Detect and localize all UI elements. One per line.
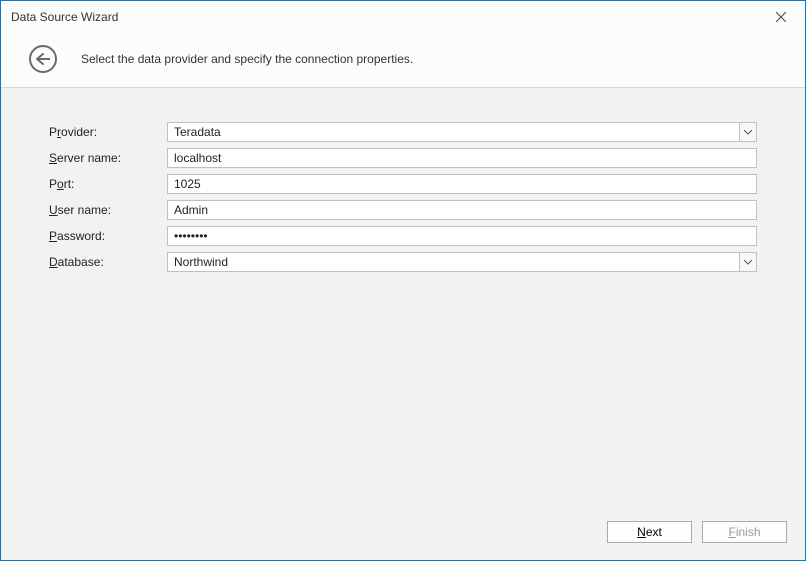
label-provider: Provider: (49, 125, 167, 139)
chevron-down-icon (744, 260, 752, 265)
label-server: Server name: (49, 151, 167, 165)
label-user: User name: (49, 203, 167, 217)
label-port: Port: (49, 177, 167, 191)
row-password: Password: (49, 226, 757, 246)
row-server: Server name: (49, 148, 757, 168)
row-database: Database: (49, 252, 757, 272)
database-combo[interactable] (167, 252, 757, 272)
password-input[interactable] (167, 226, 757, 246)
row-port: Port: (49, 174, 757, 194)
provider-input[interactable] (167, 122, 739, 142)
titlebar: Data Source Wizard (1, 1, 805, 33)
wizard-header: Select the data provider and specify the… (1, 33, 805, 88)
header-subtitle: Select the data provider and specify the… (81, 52, 413, 66)
close-icon (776, 12, 786, 22)
server-input[interactable] (167, 148, 757, 168)
label-password: Password: (49, 229, 167, 243)
port-input[interactable] (167, 174, 757, 194)
arrow-left-icon (36, 53, 50, 65)
chevron-down-icon (744, 130, 752, 135)
close-button[interactable] (767, 3, 795, 31)
back-button[interactable] (29, 45, 57, 73)
label-database: Database: (49, 255, 167, 269)
wizard-window: Data Source Wizard Select the data provi… (0, 0, 806, 561)
wizard-body: Provider: Server name: Port: User n (1, 88, 805, 510)
provider-dropdown-button[interactable] (739, 122, 757, 142)
row-provider: Provider: (49, 122, 757, 142)
user-input[interactable] (167, 200, 757, 220)
next-button[interactable]: Next (607, 521, 692, 543)
wizard-footer: Next Finish (1, 510, 805, 560)
window-title: Data Source Wizard (11, 10, 767, 24)
provider-combo[interactable] (167, 122, 757, 142)
row-user: User name: (49, 200, 757, 220)
finish-button: Finish (702, 521, 787, 543)
database-dropdown-button[interactable] (739, 252, 757, 272)
database-input[interactable] (167, 252, 739, 272)
